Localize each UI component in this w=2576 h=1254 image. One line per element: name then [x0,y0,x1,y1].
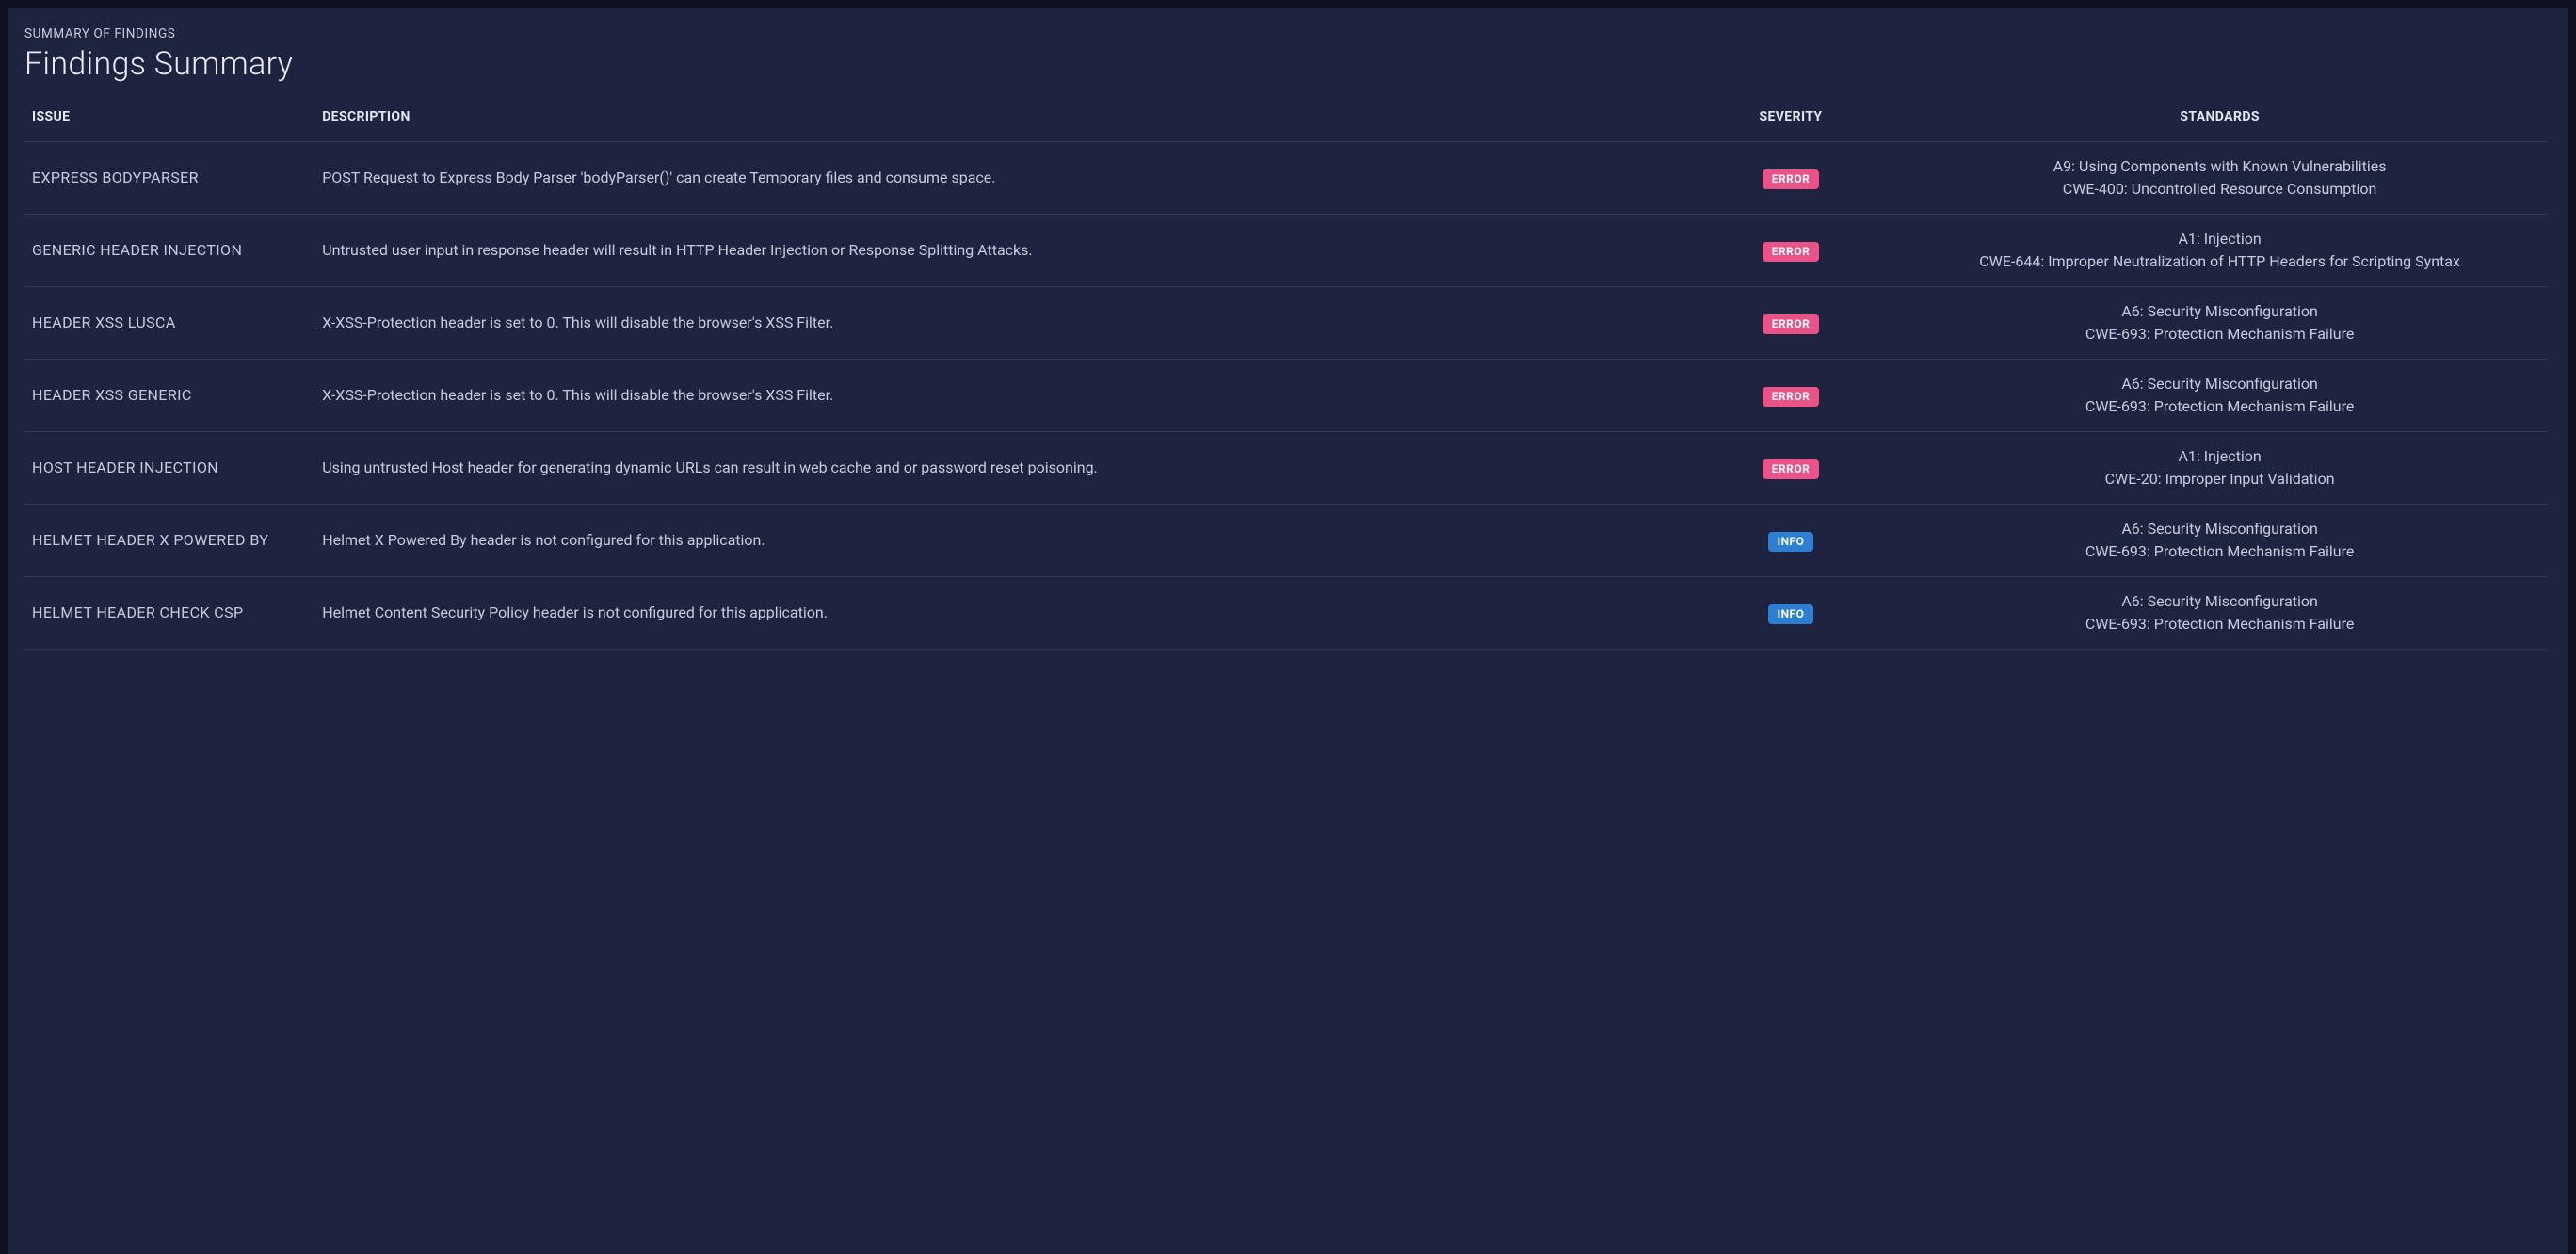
page-title: Findings Summary [24,45,2552,83]
standards-cell: A1: InjectionCWE-644: Improper Neutraliz… [1892,215,2548,287]
col-header-issue[interactable]: ISSUE [24,100,314,142]
description-cell: POST Request to Express Body Parser 'bod… [314,142,1690,215]
breadcrumb: SUMMARY OF FINDINGS [24,26,2552,41]
standards-line: A1: Injection [1899,445,2540,468]
table-row[interactable]: HEADER XSS GENERICX-XSS-Protection heade… [24,360,2548,432]
description-cell: Using untrusted Host header for generati… [314,432,1690,505]
issue-cell: HEADER XSS GENERIC [24,360,314,432]
standards-line: A6: Security Misconfiguration [1899,590,2540,613]
issue-cell: EXPRESS BODYPARSER [24,142,314,215]
standards-cell: A6: Security MisconfigurationCWE-693: Pr… [1892,505,2548,577]
findings-header-row: ISSUE DESCRIPTION SEVERITY STANDARDS [24,100,2548,142]
standards-line: CWE-693: Protection Mechanism Failure [1899,395,2540,418]
issue-cell: HOST HEADER INJECTION [24,432,314,505]
standards-line: CWE-644: Improper Neutralization of HTTP… [1899,250,2540,273]
severity-badge: INFO [1768,604,1814,624]
standards-line: CWE-400: Uncontrolled Resource Consumpti… [1899,178,2540,201]
description-cell: Untrusted user input in response header … [314,215,1690,287]
standards-cell: A6: Security MisconfigurationCWE-693: Pr… [1892,360,2548,432]
description-cell: Helmet X Powered By header is not config… [314,505,1690,577]
standards-line: A6: Security Misconfiguration [1899,373,2540,395]
severity-cell: ERROR [1690,215,1892,287]
severity-cell: ERROR [1690,360,1892,432]
standards-line: CWE-693: Protection Mechanism Failure [1899,323,2540,346]
severity-cell: ERROR [1690,287,1892,360]
severity-badge: ERROR [1763,459,1820,479]
severity-badge: ERROR [1763,314,1820,334]
severity-cell: ERROR [1690,432,1892,505]
severity-badge: ERROR [1763,242,1820,262]
standards-cell: A1: InjectionCWE-20: Improper Input Vali… [1892,432,2548,505]
issue-cell: HELMET HEADER X POWERED BY [24,505,314,577]
standards-line: A9: Using Components with Known Vulnerab… [1899,155,2540,178]
standards-line: CWE-693: Protection Mechanism Failure [1899,540,2540,563]
findings-panel: SUMMARY OF FINDINGS Findings Summary ISS… [8,8,2568,1254]
standards-line: CWE-693: Protection Mechanism Failure [1899,613,2540,635]
table-row[interactable]: HEADER XSS LUSCAX-XSS-Protection header … [24,287,2548,360]
standards-line: A6: Security Misconfiguration [1899,518,2540,540]
description-cell: Helmet Content Security Policy header is… [314,577,1690,650]
severity-cell: INFO [1690,505,1892,577]
severity-badge: INFO [1768,532,1814,552]
issue-cell: GENERIC HEADER INJECTION [24,215,314,287]
severity-cell: INFO [1690,577,1892,650]
standards-line: CWE-20: Improper Input Validation [1899,468,2540,490]
findings-table: ISSUE DESCRIPTION SEVERITY STANDARDS EXP… [24,100,2548,650]
description-cell: X-XSS-Protection header is set to 0. Thi… [314,360,1690,432]
table-row[interactable]: EXPRESS BODYPARSERPOST Request to Expres… [24,142,2548,215]
severity-badge: ERROR [1763,387,1820,407]
table-row[interactable]: GENERIC HEADER INJECTIONUntrusted user i… [24,215,2548,287]
issue-cell: HEADER XSS LUSCA [24,287,314,360]
standards-cell: A6: Security MisconfigurationCWE-693: Pr… [1892,287,2548,360]
col-header-description[interactable]: DESCRIPTION [314,100,1690,142]
severity-cell: ERROR [1690,142,1892,215]
col-header-severity[interactable]: SEVERITY [1690,100,1892,142]
table-row[interactable]: HELMET HEADER CHECK CSPHelmet Content Se… [24,577,2548,650]
standards-line: A6: Security Misconfiguration [1899,300,2540,323]
standards-cell: A9: Using Components with Known Vulnerab… [1892,142,2548,215]
table-row[interactable]: HELMET HEADER X POWERED BYHelmet X Power… [24,505,2548,577]
standards-cell: A6: Security MisconfigurationCWE-693: Pr… [1892,577,2548,650]
table-row[interactable]: HOST HEADER INJECTIONUsing untrusted Hos… [24,432,2548,505]
findings-scroll-area[interactable]: ISSUE DESCRIPTION SEVERITY STANDARDS EXP… [24,100,2552,1254]
description-cell: X-XSS-Protection header is set to 0. Thi… [314,287,1690,360]
standards-line: A1: Injection [1899,228,2540,250]
severity-badge: ERROR [1763,169,1820,189]
issue-cell: HELMET HEADER CHECK CSP [24,577,314,650]
col-header-standards[interactable]: STANDARDS [1892,100,2548,142]
